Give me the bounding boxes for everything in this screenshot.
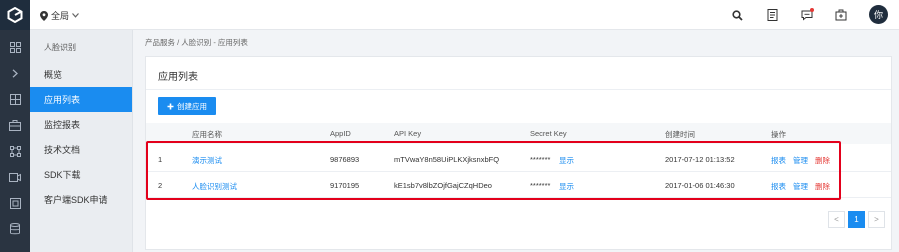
column-header: AppID <box>330 129 351 138</box>
sidebar: 人脸识别 概览 应用列表 监控报表 技术文档 SDK下载 客户端SDK申请 <box>30 30 133 252</box>
sidebar-item-monitoring[interactable]: 监控报表 <box>30 112 132 137</box>
column-header: 应用名称 <box>192 130 222 139</box>
sidebar-item-label: 客户端SDK申请 <box>44 195 108 205</box>
avatar-text: 你 <box>873 10 883 20</box>
rail-dashboard-icon[interactable] <box>0 34 30 60</box>
app-name-link[interactable]: 演示测试 <box>192 155 222 166</box>
delete-link[interactable]: 删除 <box>815 155 830 166</box>
column-header: API Key <box>394 129 422 138</box>
report-link[interactable]: 报表 <box>771 155 786 166</box>
create-app-button[interactable]: 创建应用 <box>158 97 216 115</box>
plus-icon <box>167 103 174 109</box>
next-page-button[interactable]: > <box>868 211 885 228</box>
sidebar-title: 人脸识别 <box>44 43 76 52</box>
region-selector[interactable]: 全局 <box>40 9 79 22</box>
sidebar-item-label: 技术文档 <box>44 145 81 155</box>
app-id: 9170195 <box>330 181 360 190</box>
app-list-card: 应用列表 创建应用 应用名称 AppID API Key Secret Key … <box>145 56 892 250</box>
sidebar-item-sdk-download[interactable]: SDK下载 <box>30 162 132 187</box>
avatar[interactable]: 你 <box>869 5 888 24</box>
created-time: 2017-01-06 01:46:30 <box>665 181 735 190</box>
api-key: kE1sb7v8lbZOjfGajCZqHDeo <box>394 181 492 190</box>
sidebar-item-label: 监控报表 <box>44 120 81 130</box>
page-number-button[interactable]: 1 <box>848 211 865 228</box>
table-row: 2 人脸识别测试 9170195 kE1sb7v8lbZOjfGajCZqHDe… <box>146 172 891 198</box>
table-header: 应用名称 AppID API Key Secret Key 创建时间 操作 <box>146 123 891 144</box>
sidebar-item-client-sdk[interactable]: 客户端SDK申请 <box>30 187 132 212</box>
show-secret-link[interactable]: 显示 <box>559 155 574 166</box>
sidebar-item-docs[interactable]: 技术文档 <box>30 137 132 162</box>
column-header: Secret Key <box>530 129 567 138</box>
report-link[interactable]: 报表 <box>771 181 786 192</box>
chevron-down-icon <box>72 13 79 18</box>
app-id: 9876893 <box>330 155 360 164</box>
row-index: 1 <box>158 155 163 164</box>
secret-key-mask: ******* <box>530 155 551 164</box>
table-row: 1 演示测试 9876893 mTVwaY8n58UiPLKXjksnxbFQ … <box>146 146 891 172</box>
sidebar-item-label: SDK下载 <box>44 170 81 180</box>
app-name-link[interactable]: 人脸识别测试 <box>192 181 237 192</box>
rail-database-icon[interactable] <box>0 216 30 242</box>
rail-network-icon[interactable] <box>0 138 30 164</box>
icon-rail <box>0 30 30 252</box>
secret-key-mask: ******* <box>530 181 551 190</box>
api-key: mTVwaY8n58UiPLKXjksnxbFQ <box>394 155 500 164</box>
sidebar-item-app-list[interactable]: 应用列表 <box>30 87 132 112</box>
show-secret-link[interactable]: 显示 <box>559 181 574 192</box>
column-header: 操作 <box>771 130 786 139</box>
location-pin-icon <box>40 10 48 21</box>
created-time: 2017-07-12 01:13:52 <box>665 155 735 164</box>
sidebar-item-overview[interactable]: 概览 <box>30 62 132 87</box>
region-label: 全局 <box>51 11 70 21</box>
document-icon[interactable] <box>765 8 779 22</box>
breadcrumb: 产品服务 / 人脸识别 - 应用列表 <box>145 38 248 47</box>
prev-page-button[interactable]: < <box>828 211 845 228</box>
rail-app-icon[interactable] <box>0 190 30 216</box>
cube-logo-icon <box>7 7 23 23</box>
logo[interactable] <box>0 0 30 30</box>
message-icon[interactable] <box>800 8 814 22</box>
manage-link[interactable]: 管理 <box>793 181 808 192</box>
create-app-label: 创建应用 <box>177 101 207 111</box>
search-icon[interactable] <box>730 8 744 22</box>
rail-grid-icon[interactable] <box>0 86 30 112</box>
top-bar: 全局 你 <box>0 0 899 30</box>
page-title: 应用列表 <box>158 72 198 83</box>
rail-briefcase-icon[interactable] <box>0 112 30 138</box>
manage-link[interactable]: 管理 <box>793 155 808 166</box>
workorder-icon[interactable] <box>834 8 848 22</box>
rail-video-icon[interactable] <box>0 164 30 190</box>
row-index: 2 <box>158 181 163 190</box>
notification-dot <box>810 8 814 12</box>
column-header: 创建时间 <box>665 130 695 139</box>
divider <box>146 89 891 90</box>
rail-expand-chevron-icon[interactable] <box>0 60 30 86</box>
sidebar-item-label: 应用列表 <box>44 95 81 105</box>
sidebar-item-label: 概览 <box>44 70 63 80</box>
delete-link[interactable]: 删除 <box>815 181 830 192</box>
pagination: < 1 > <box>828 211 885 228</box>
